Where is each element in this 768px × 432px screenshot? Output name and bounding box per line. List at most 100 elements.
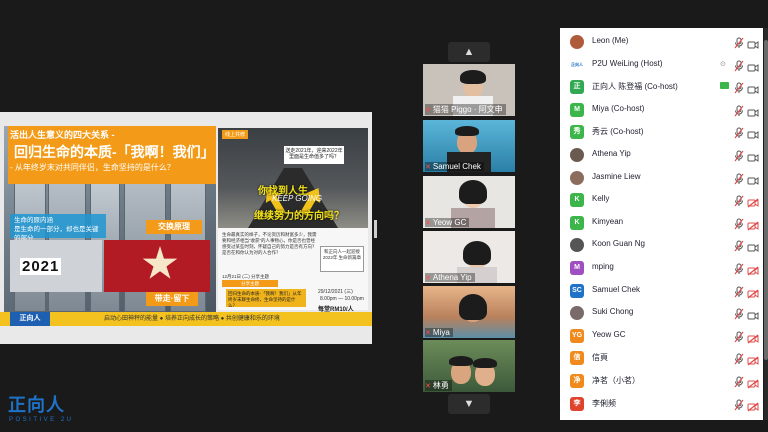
participant-avatar: K (570, 193, 584, 208)
tile-name: Yeow GC (432, 218, 467, 227)
participant-row[interactable]: SC Samuel Chek (560, 281, 763, 302)
participant-row[interactable]: K Kimyean (560, 213, 763, 234)
tile-name: Athena Yip (432, 273, 472, 282)
camera-icon[interactable] (747, 37, 759, 49)
mic-muted-icon[interactable] (734, 285, 744, 297)
video-tile[interactable]: ✕ 林勇 (423, 340, 515, 392)
camera-icon[interactable] (747, 127, 759, 140)
participant-name: 秀云 (Co-host) (592, 127, 644, 137)
info-text: 生命最真实的样子，不论资历和财富多少，我需要和经济相当“收获”的人事物心，你是否… (222, 232, 317, 255)
event-time: 8.00pm — 10.00pm (320, 296, 364, 302)
shared-screen[interactable]: 活出人生意义的四大关系 - 回归生命的本质-「我啊！我们」 - 从年终岁末对共同… (0, 112, 372, 344)
camera-off-icon[interactable] (747, 331, 759, 344)
participant-row[interactable]: K Kelly (560, 190, 763, 211)
participant-avatar: 秀 (570, 125, 584, 140)
mic-muted-icon[interactable] (734, 375, 744, 388)
gallery-down-button[interactable]: ▼ (448, 394, 490, 414)
mic-muted-icon[interactable] (734, 126, 744, 139)
participant-photo (570, 238, 584, 253)
mic-muted-icon[interactable] (734, 104, 744, 117)
camera-icon[interactable] (747, 173, 759, 185)
participant-row[interactable]: Jasmine Liew (560, 168, 763, 189)
tile-name: 猫猫 Piggo · 阿文申 (432, 105, 503, 114)
mic-muted-icon[interactable] (734, 149, 744, 162)
mic-muted-icon[interactable] (734, 81, 744, 94)
participant-row[interactable]: Mmping (560, 258, 763, 279)
exchange-label: 交换原理 (146, 220, 202, 234)
mic-muted-icon[interactable] (734, 239, 744, 252)
mic-muted-icon[interactable] (734, 307, 744, 320)
participant-row[interactable]: Suki Chong (560, 303, 763, 324)
camera-off-icon[interactable] (747, 353, 759, 366)
video-tile[interactable]: ✕ Samuel Chek (423, 120, 515, 172)
mic-muted-icon[interactable] (734, 262, 744, 275)
camera-icon[interactable] (747, 240, 759, 253)
participant-row[interactable]: 正正向人 陈登福 (Co-host) (560, 77, 763, 98)
camera-off-icon[interactable] (747, 218, 759, 231)
footer-logo: 正向人 (10, 312, 50, 326)
participant-name: Jasmine Liew (592, 171, 641, 181)
participant-name: 李俐频 (592, 398, 616, 408)
participant-row[interactable]: 信信頁 (560, 348, 763, 369)
participant-row[interactable]: 李李俐频 (560, 394, 763, 415)
participant-avatar: YG (570, 328, 584, 343)
camera-off-icon[interactable] (747, 286, 759, 299)
recording-icon: ⊙ (720, 60, 726, 68)
mic-muted-icon: ✕ (425, 275, 431, 282)
split-handle[interactable] (374, 220, 377, 238)
participant-row[interactable]: YG Yeow GC (560, 326, 763, 347)
mic-muted-icon: ✕ (425, 330, 431, 337)
participant-row[interactable]: 秀秀云 (Co-host) (560, 122, 763, 143)
participant-name: 净茗（小茗） (592, 376, 640, 385)
share-title: 分享主题 (222, 280, 278, 287)
camera-off-icon[interactable] (747, 195, 759, 208)
mic-muted-icon[interactable] (734, 398, 744, 410)
participant-row[interactable]: 净净茗（小茗） (560, 371, 763, 392)
video-tile[interactable]: ✕ Yeow GC (423, 176, 515, 228)
participant-avatar: 正向人 (570, 57, 584, 72)
mic-muted-icon[interactable] (734, 217, 744, 230)
camera-icon[interactable] (747, 82, 759, 95)
mic-muted-icon[interactable] (734, 330, 744, 343)
event-date: 29/12/2021 (三) (318, 289, 353, 295)
video-tile[interactable]: ✕ 猫猫 Piggo · 阿文申 (423, 64, 515, 116)
tile-name: Miya (432, 328, 450, 337)
screen-share-icon (720, 82, 729, 90)
camera-off-icon[interactable] (747, 376, 759, 389)
share-box: 回归生命的本质-「我啊！我们」从年终岁末聊生命修，生命坚持的是什么？ (226, 289, 306, 308)
participant-row[interactable]: Athena Yip (560, 145, 763, 166)
chevron-down-icon: ▼ (463, 398, 475, 410)
participant-name: Suki Chong (592, 307, 634, 317)
participant-row[interactable]: M Miya (Co-host) (560, 100, 763, 121)
participant-name: P2U WeiLing (Host) (592, 58, 663, 68)
camera-icon[interactable] (747, 105, 759, 117)
mic-muted-icon[interactable] (734, 36, 744, 49)
camera-icon[interactable] (747, 150, 759, 162)
poster-line-2: KEEP GOING (272, 194, 322, 203)
participant-avatar: 李 (570, 396, 584, 411)
tile-name: 林勇 (432, 381, 449, 390)
participant-row[interactable]: Leon (Me) (560, 32, 763, 53)
participant-name: Miya (Co-host) (592, 103, 645, 113)
camera-off-icon[interactable] (747, 399, 759, 412)
participant-row[interactable]: Koon Guan Ng (560, 235, 763, 256)
video-tile[interactable]: ✕ Athena Yip (423, 231, 515, 283)
camera-off-icon[interactable] (747, 263, 759, 276)
participant-photo (570, 35, 584, 49)
camera-icon[interactable] (747, 60, 759, 72)
panel-scroll-thumb[interactable] (764, 40, 768, 360)
camera-icon[interactable] (747, 308, 759, 321)
mic-muted-icon[interactable] (734, 194, 744, 207)
mic-muted-icon[interactable] (734, 59, 744, 71)
mic-muted-icon[interactable] (734, 172, 744, 184)
gallery-up-button[interactable]: ▲ (448, 42, 490, 62)
participant-name: Kelly (592, 194, 610, 204)
participant-avatar: 正 (570, 80, 584, 95)
chevron-up-icon: ▲ (463, 46, 475, 58)
mic-muted-icon[interactable] (734, 352, 744, 365)
participant-photo (570, 170, 584, 185)
video-tile[interactable]: ✕ Miya (423, 286, 515, 338)
slide-subtitle: - 从年终岁末对共同伴侣，生命坚持的是什么？ (10, 163, 175, 172)
participant-row[interactable]: 正向人 P2U WeiLing (Host) ⊙ (560, 55, 763, 76)
poster-tag: 线上共修 (222, 130, 249, 139)
